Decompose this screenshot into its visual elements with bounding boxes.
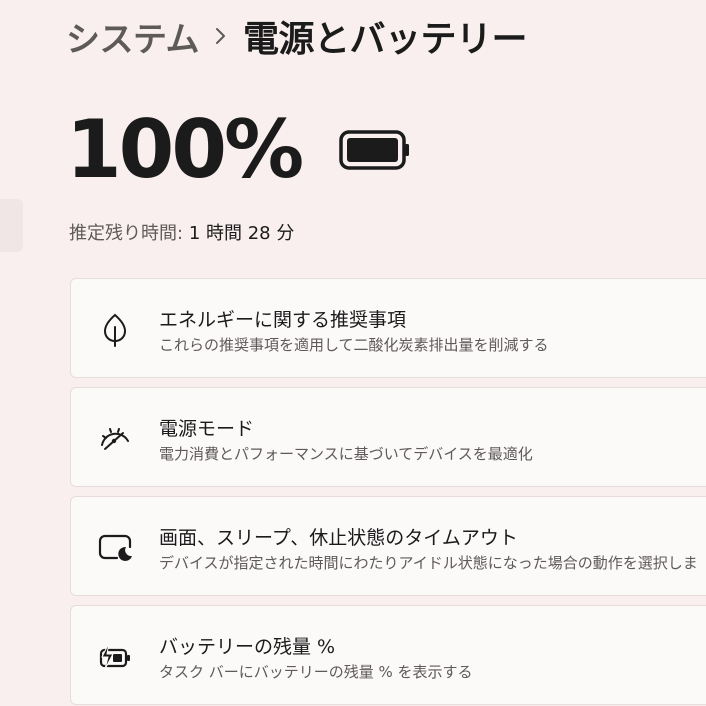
nav-selected-item-edge[interactable] — [0, 199, 23, 252]
estimated-time-remaining: 推定残り時間: 1 時間 28 分 — [69, 219, 294, 245]
card-title: バッテリーの残量 % — [159, 636, 336, 658]
battery-full-icon — [339, 129, 411, 175]
battery-saver-icon — [97, 638, 133, 674]
leaf-icon — [97, 311, 133, 347]
estimated-time-value: 1 時間 28 分 — [188, 223, 295, 244]
battery-percent: 100% — [66, 103, 304, 196]
settings-page: システム 電源とバッテリー 100% 推定残り時間: 1 時間 28 分 エネル… — [0, 0, 706, 706]
card-battery-percentage[interactable]: バッテリーの残量 % タスク バーにバッテリーの残量 % を表示する — [70, 605, 706, 705]
card-subtitle: これらの推奨事項を適用して二酸化炭素排出量を削減する — [159, 336, 549, 354]
estimated-time-label: 推定残り時間: — [69, 223, 184, 244]
screen-sleep-icon — [97, 529, 133, 565]
card-power-mode[interactable]: 電源モード 電力消費とパフォーマンスに基づいてデバイスを最適化 — [70, 387, 706, 487]
breadcrumb: システム 電源とバッテリー — [66, 12, 528, 61]
card-screen-sleep-timeout[interactable]: 画面、スリープ、休止状態のタイムアウト デバイスが指定された時間にわたりアイドル… — [70, 496, 706, 596]
battery-summary: 100% — [66, 105, 411, 195]
page-title: 電源とバッテリー — [242, 19, 528, 60]
breadcrumb-parent-system[interactable]: システム — [66, 12, 199, 61]
card-subtitle: タスク バーにバッテリーの残量 % を表示する — [159, 663, 473, 681]
card-subtitle: 電力消費とパフォーマンスに基づいてデバイスを最適化 — [159, 445, 533, 463]
card-subtitle: デバイスが指定された時間にわたりアイドル状態になった場合の動作を選択しま — [159, 554, 698, 572]
gauge-icon — [97, 420, 133, 456]
card-energy-recommendations[interactable]: エネルギーに関する推奨事項 これらの推奨事項を適用して二酸化炭素排出量を削減する — [70, 278, 706, 378]
card-title: 画面、スリープ、休止状態のタイムアウト — [159, 527, 518, 549]
card-title: エネルギーに関する推奨事項 — [159, 309, 407, 331]
chevron-right-icon — [199, 25, 243, 47]
card-title: 電源モード — [159, 418, 255, 440]
